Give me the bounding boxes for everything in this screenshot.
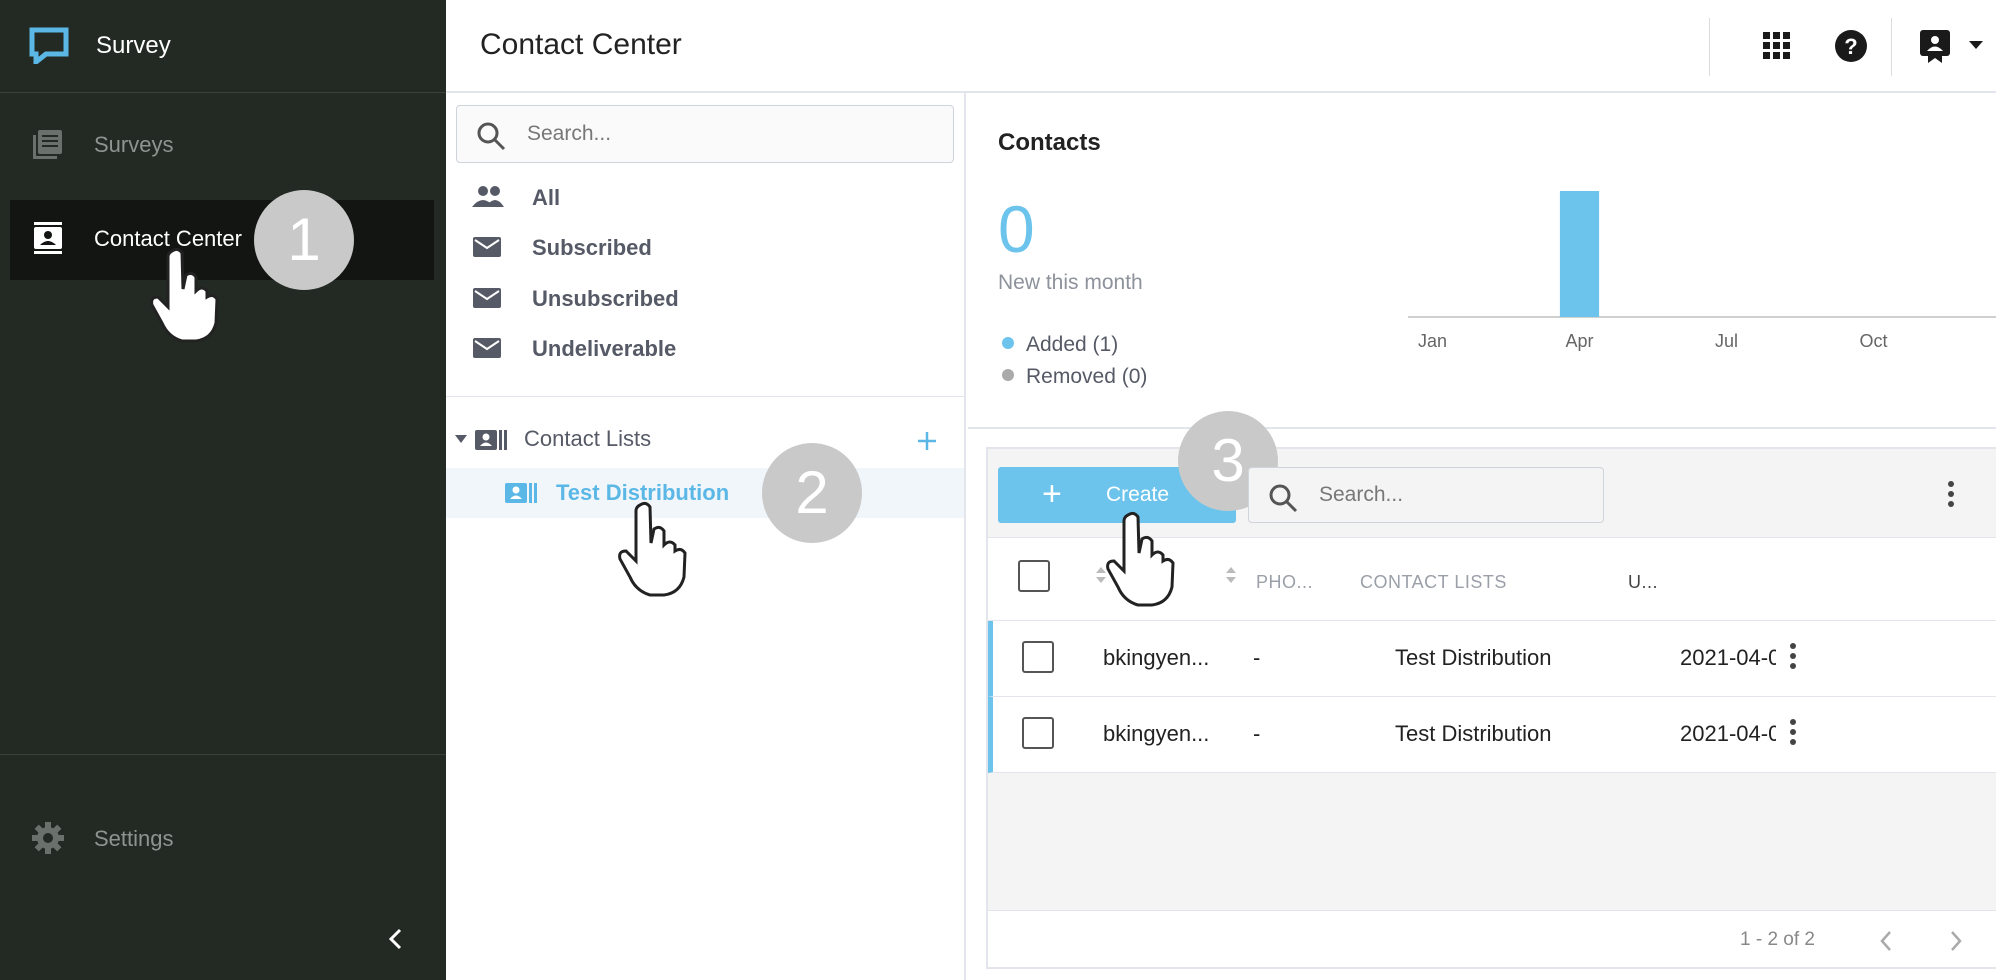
filter-item-label: Unsubscribed — [532, 286, 679, 311]
contacts-summary: Contacts 0 New this month Added (1) Remo… — [968, 93, 1996, 429]
search-placeholder: Search... — [527, 122, 612, 145]
cell-phone: - — [1253, 721, 1261, 746]
sidebar-item-surveys[interactable]: Surveys — [10, 106, 434, 186]
mail-icon — [473, 288, 501, 308]
sort-icon[interactable] — [1224, 564, 1238, 586]
contact-list-icon — [475, 430, 507, 450]
legend-dot — [1002, 369, 1014, 381]
gear-icon — [32, 822, 64, 854]
search-placeholder: Search... — [1319, 483, 1404, 506]
divider — [1709, 18, 1710, 76]
chart-tick-label: Jul — [1715, 331, 1738, 351]
table-row[interactable]: bkingyen... - Test Distribution 2021-04-… — [988, 621, 1996, 697]
contact-list-icon — [505, 483, 537, 503]
filter-item-label: Subscribed — [532, 235, 652, 260]
filter-item-label: All — [532, 185, 561, 210]
cell-contact-list: Test Distribution — [1395, 721, 1552, 746]
select-all-checkbox[interactable] — [1018, 560, 1050, 592]
page-title: Contact Center — [480, 28, 682, 61]
cell-updated: 2021-04-0 — [1680, 721, 1776, 746]
svg-text:?: ? — [1844, 34, 1857, 59]
contacts-table-panel: + Create 3 Search... PHO... CONTACT LIST… — [986, 411, 1996, 969]
legend-removed: Removed (0) — [1002, 365, 1147, 389]
legend-label: Added (1) — [1026, 333, 1119, 356]
people-icon — [472, 186, 504, 207]
divider — [446, 396, 964, 397]
contacts-chart: Jan Apr Jul Oct — [1408, 191, 1996, 351]
row-checkbox[interactable] — [1022, 717, 1054, 749]
brand: Survey — [0, 0, 446, 93]
mail-icon — [473, 338, 501, 358]
cell-phone: - — [1253, 645, 1261, 670]
divider — [1891, 18, 1892, 76]
prev-page-icon[interactable] — [1878, 929, 1894, 953]
column-header-updated[interactable]: U... — [1628, 572, 1658, 593]
row-menu-icon[interactable] — [1790, 643, 1796, 673]
column-header-contact-lists[interactable]: CONTACT LISTS — [1360, 572, 1507, 593]
cell-name: bkingyen... — [1103, 721, 1210, 746]
filter-item-label: Undeliverable — [532, 336, 677, 361]
row-checkbox[interactable] — [1022, 641, 1054, 673]
filter-item-subscribed[interactable]: Subscribed — [472, 227, 772, 267]
cell-updated: 2021-04-0 — [1680, 645, 1776, 670]
plus-icon: + — [1042, 475, 1062, 513]
sidebar-item-label: Surveys — [94, 132, 174, 157]
filter-item-undeliverable[interactable]: Undeliverable — [472, 328, 772, 368]
sidebar-item-label: Settings — [94, 826, 174, 851]
table-row[interactable]: bkingyen... - Test Distribution 2021-04-… — [988, 697, 1996, 773]
contacts-title: Contacts — [998, 129, 1101, 156]
filter-panel: Search... All Subscribed Unsubscribed Un… — [446, 93, 966, 980]
table-footer: 1 - 2 of 2 — [988, 911, 1996, 969]
apps-grid-icon[interactable] — [1762, 31, 1792, 61]
row-menu-icon[interactable] — [1790, 719, 1796, 749]
table-empty-area — [988, 773, 1996, 911]
legend-label: Removed (0) — [1026, 365, 1148, 388]
pagination-label: 1 - 2 of 2 — [1740, 929, 1815, 950]
chart-tick-label: Oct — [1859, 331, 1887, 351]
column-header-phone[interactable]: PHO... — [1256, 572, 1313, 593]
cell-name: bkingyen... — [1103, 645, 1210, 670]
legend-dot — [1002, 337, 1014, 349]
survey-logo-icon — [29, 27, 69, 64]
contact-list-item-test-distribution[interactable]: Test Distribution — [446, 468, 964, 518]
step-badge-1: 1 — [254, 190, 354, 290]
app-name: Survey — [96, 32, 171, 59]
create-label: Create — [1106, 483, 1170, 506]
new-count: 0 — [998, 192, 1035, 266]
list-icon — [33, 130, 62, 159]
next-page-icon[interactable] — [1948, 929, 1964, 953]
account-icon[interactable] — [1918, 28, 1952, 64]
more-options-icon[interactable] — [1948, 481, 1954, 511]
contact-lists-header: Contact Lists — [446, 418, 964, 460]
contact-icon — [34, 222, 62, 254]
chevron-down-icon[interactable] — [1968, 40, 1984, 50]
contact-lists-label: Contact Lists — [524, 426, 652, 451]
pointer-hand-icon — [1106, 511, 1175, 607]
chevron-left-icon[interactable] — [384, 926, 408, 952]
new-label: New this month — [998, 271, 1143, 294]
pointer-hand-icon — [618, 501, 687, 597]
search-icon — [1269, 484, 1298, 513]
sidebar: Survey Surveys Contact Center 1 Settings — [0, 0, 446, 980]
filter-search-input[interactable]: Search... — [456, 105, 954, 163]
cell-contact-list: Test Distribution — [1395, 645, 1552, 670]
legend-added: Added (1) — [1002, 333, 1118, 357]
help-icon[interactable]: ? — [1834, 29, 1868, 63]
search-icon — [477, 122, 506, 151]
pointer-hand-icon — [150, 247, 219, 343]
header: Contact Center ? — [446, 0, 1996, 93]
chart-bar-apr — [1559, 191, 1600, 317]
divider — [0, 754, 446, 755]
add-list-icon[interactable] — [916, 430, 938, 452]
filter-item-all[interactable]: All — [472, 177, 772, 217]
step-badge-2: 2 — [762, 443, 862, 543]
sidebar-item-settings[interactable]: Settings — [10, 800, 434, 880]
chart-tick-label: Apr — [1565, 331, 1593, 351]
chart-tick-label: Jan — [1418, 331, 1447, 351]
caret-down-icon[interactable] — [454, 434, 468, 444]
mail-icon — [473, 237, 501, 257]
filter-item-unsubscribed[interactable]: Unsubscribed — [472, 278, 772, 318]
table-search-input[interactable]: Search... — [1248, 467, 1604, 523]
